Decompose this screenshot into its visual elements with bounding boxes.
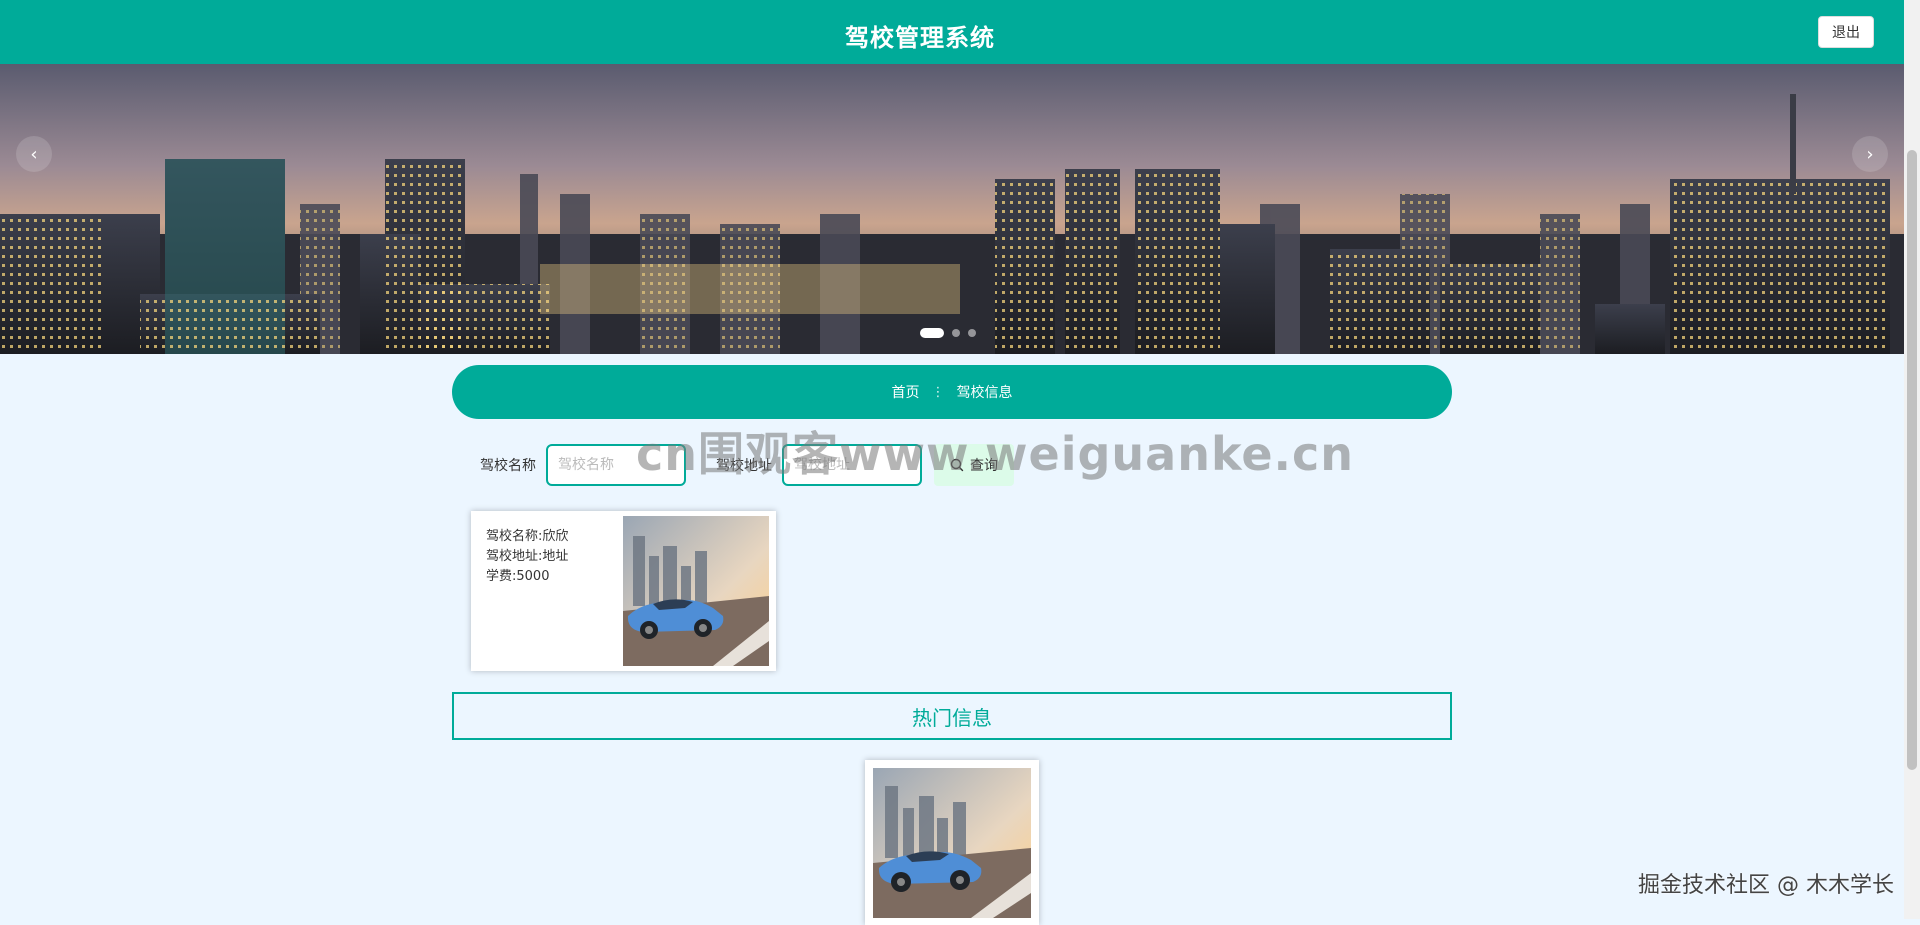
hot-info-card[interactable] <box>865 760 1039 925</box>
breadcrumb-home[interactable]: 首页 <box>892 382 920 402</box>
breadcrumb: 首页 ⋮ 驾校信息 <box>452 365 1452 419</box>
banner-prev-arrow[interactable]: ‹ <box>16 136 52 172</box>
school-image[interactable] <box>623 516 769 666</box>
hot-info-title: 热门信息 <box>452 692 1452 740</box>
site-title: 驾校管理系统 <box>0 18 1840 53</box>
banner-carousel: ‹ › <box>0 64 1904 354</box>
school-address: 驾校地址:地址 <box>486 547 568 567</box>
chevron-left-icon: ‹ <box>30 144 37 165</box>
scrollbar-thumb[interactable] <box>1907 150 1917 770</box>
banner-next-arrow[interactable]: › <box>1852 136 1888 172</box>
top-header: 驾校管理系统 退出 <box>0 0 1904 64</box>
sports-car-image <box>873 768 1031 918</box>
hot-info-image[interactable] <box>873 768 1031 918</box>
site-watermark: cn围观客www.weiguanke.cn <box>636 418 1354 484</box>
school-info: 驾校名称:欣欣 驾校地址:地址 学费:5000 <box>486 527 568 587</box>
school-name-label: 驾校名称 <box>480 455 536 475</box>
banner-dot-1[interactable] <box>920 328 944 338</box>
banner-dot-2[interactable] <box>952 329 960 337</box>
breadcrumb-separator: ⋮ <box>932 385 945 400</box>
city-skyline-image <box>0 64 1904 354</box>
sports-car-image <box>623 516 769 666</box>
chevron-right-icon: › <box>1866 144 1873 165</box>
footer-watermark: 掘金技术社区 @ 木木学长 <box>1638 867 1894 899</box>
logout-button[interactable]: 退出 <box>1818 16 1874 48</box>
banner-dot-3[interactable] <box>968 329 976 337</box>
school-card[interactable]: 驾校名称:欣欣 驾校地址:地址 学费:5000 <box>471 511 776 671</box>
banner-indicators <box>920 328 976 338</box>
school-fee: 学费:5000 <box>486 567 568 587</box>
school-name: 驾校名称:欣欣 <box>486 527 568 547</box>
breadcrumb-current: 驾校信息 <box>957 382 1013 402</box>
page-scrollbar[interactable] <box>1904 0 1920 919</box>
